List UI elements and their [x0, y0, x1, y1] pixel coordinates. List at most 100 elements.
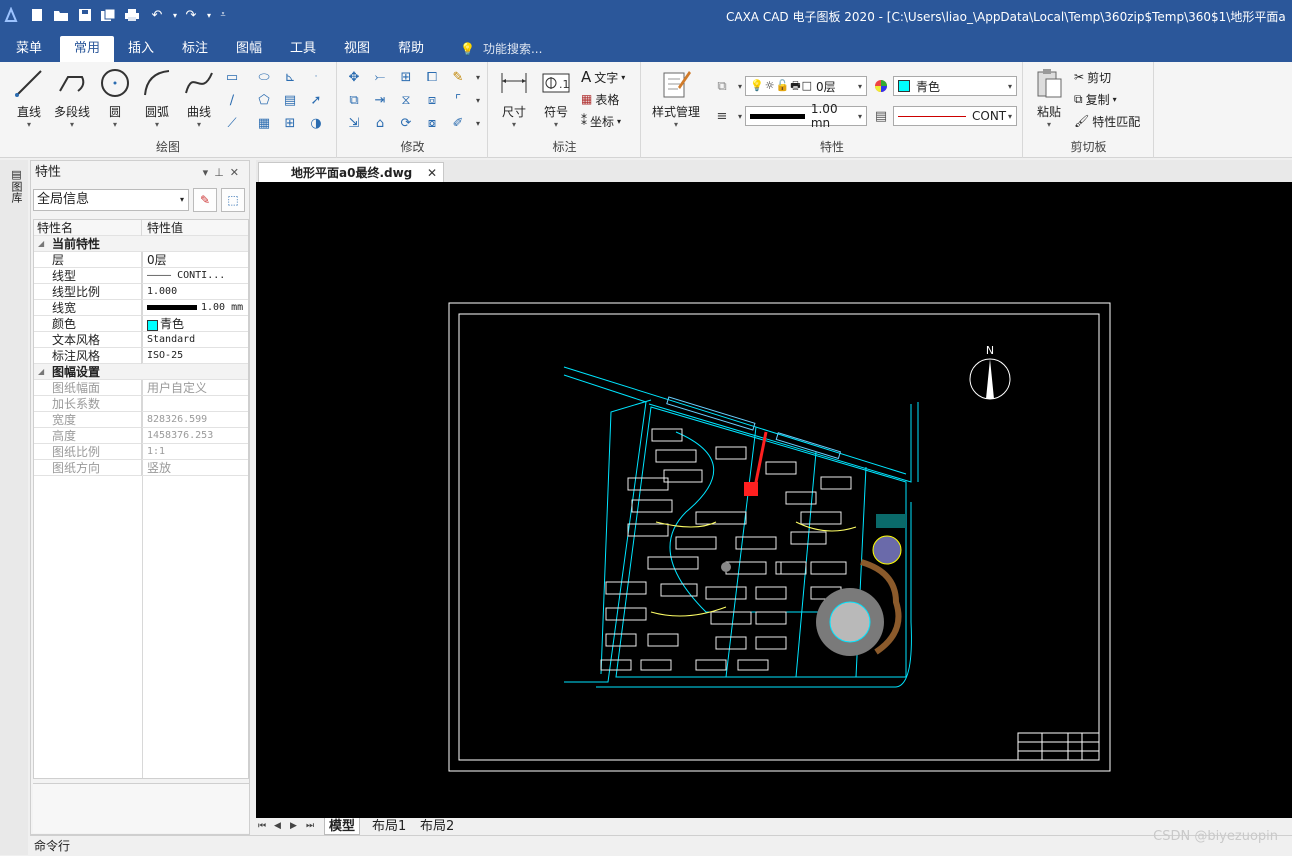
point-icon[interactable]: · [306, 68, 326, 86]
parallel-line-icon[interactable]: ∕ [222, 91, 242, 109]
polyline-button[interactable]: 多段线 ▾ [50, 66, 94, 132]
trim-icon[interactable]: ⤚ [370, 68, 390, 86]
tab-sheet[interactable]: 图幅 [226, 36, 272, 62]
first-layout-icon[interactable]: ⏮ [258, 818, 266, 835]
feature-search[interactable]: 💡 功能搜索... [460, 36, 542, 62]
color-combo[interactable]: 青色 ▾ [893, 76, 1017, 96]
arc-button[interactable]: 圆弧 ▾ [136, 66, 178, 132]
match-properties-button[interactable]: 🖌 特性匹配 [1074, 111, 1140, 131]
new-file-icon[interactable] [28, 6, 46, 24]
copy-object-icon[interactable]: ⧉ [344, 91, 364, 109]
rectangle-icon[interactable]: ▭ [222, 68, 242, 86]
rotate-icon[interactable]: ⟳ [396, 114, 416, 132]
property-category[interactable]: ◢ 图幅设置 [34, 364, 248, 380]
edit-icon[interactable]: ✐ [448, 114, 468, 132]
coordinate-button[interactable]: ⁑ 坐标 ▾ [581, 111, 621, 131]
region-icon[interactable]: ▦ [254, 114, 274, 132]
property-value[interactable]: 青色 [144, 316, 248, 332]
property-row[interactable]: 线型 ———— CONTI... [34, 268, 248, 284]
tab-view[interactable]: 视图 [334, 36, 380, 62]
array-icon[interactable]: ⊞ [396, 68, 416, 86]
fill-icon[interactable]: ◑ [306, 114, 326, 132]
prev-layout-icon[interactable]: ◀ [274, 818, 281, 835]
chevron-down-icon[interactable]: ▾ [468, 91, 488, 109]
library-tab[interactable]: ▤图库 [8, 168, 23, 203]
open-file-icon[interactable] [52, 6, 70, 24]
property-value[interactable]: 0层 [144, 252, 248, 268]
tab-home[interactable]: 常用 [60, 36, 114, 62]
scale-icon[interactable]: ⧈ [422, 91, 442, 109]
block-icon[interactable]: ⊞ [280, 114, 300, 132]
redo-icon[interactable]: ↷ [182, 6, 200, 24]
mirror-icon[interactable]: ⧖ [396, 91, 416, 109]
lineweight-icon[interactable]: ≡ [712, 107, 732, 125]
clear-selection-button[interactable]: ✎ [193, 188, 217, 212]
next-layout-icon[interactable]: ▶ [290, 818, 297, 835]
circle-button[interactable]: 圆 ▾ [94, 66, 136, 132]
linetype-combo[interactable]: CONT ▾ [893, 106, 1017, 126]
drawing-canvas[interactable]: N [256, 182, 1292, 818]
tab-help[interactable]: 帮助 [388, 36, 434, 62]
save-all-icon[interactable] [99, 6, 117, 24]
polygon-icon[interactable]: ⬠ [254, 91, 274, 109]
scope-combo[interactable]: 全局信息 ▾ [33, 189, 189, 211]
property-row[interactable]: 层 0层 [34, 252, 248, 268]
stretch-icon[interactable]: ⇲ [344, 114, 364, 132]
property-value[interactable]: ISO-25 [144, 348, 248, 364]
tab-annotate[interactable]: 标注 [172, 36, 218, 62]
customize-toolbar-icon[interactable]: ⩡ [214, 6, 232, 24]
property-value[interactable]: ———— CONTI... [144, 268, 248, 284]
hatch-icon[interactable]: ▤ [280, 91, 300, 109]
linetype-icon[interactable]: ▤ [871, 107, 891, 125]
property-value[interactable]: 1.00 mm [144, 300, 248, 316]
command-line[interactable]: 命令行 [30, 835, 1292, 855]
ellipse-icon[interactable]: ⬭ [254, 68, 274, 86]
construction-line-icon[interactable]: ⟋ [222, 114, 242, 132]
pick-point-icon[interactable]: ➚ [306, 91, 326, 109]
property-value[interactable]: Standard [144, 332, 248, 348]
last-layout-icon[interactable]: ⏭ [306, 818, 314, 835]
property-row[interactable]: 线型比例 1.000 [34, 284, 248, 300]
property-row[interactable]: 标注风格 ISO-25 [34, 348, 248, 364]
color-wheel-icon[interactable] [871, 77, 891, 95]
property-row[interactable]: 线宽 1.00 mm [34, 300, 248, 316]
chevron-down-icon[interactable]: ▾ [468, 114, 488, 132]
erase-icon[interactable]: ✎ [448, 68, 468, 86]
panel-menu-icon[interactable]: ▾ [203, 166, 215, 179]
cut-button[interactable]: ✂ 剪切 [1074, 67, 1111, 87]
tab-layout1[interactable]: 布局1 [372, 818, 406, 835]
copy-button[interactable]: ⧉ 复制 ▾ [1074, 89, 1117, 109]
style-manager-button[interactable]: 样式管理 ▾ [648, 66, 704, 132]
layer-combo[interactable]: 💡☼🔓🖶□ 0层 ▾ [745, 76, 867, 96]
quick-select-button[interactable]: ⬚ [221, 188, 245, 212]
tab-insert[interactable]: 插入 [118, 36, 164, 62]
layer-manager-icon[interactable]: ⧉ [712, 77, 732, 95]
extend-icon[interactable]: ⇥ [370, 91, 390, 109]
lineweight-combo[interactable]: 1.00 mn ▾ [745, 102, 867, 130]
dimension-button[interactable]: 尺寸 ▾ [493, 66, 535, 132]
symbol-button[interactable]: .1 符号 ▾ [535, 66, 577, 132]
undo-icon[interactable]: ↶ [148, 6, 166, 24]
tab-tools[interactable]: 工具 [280, 36, 326, 62]
fillet-icon[interactable]: ⌜ [448, 91, 468, 109]
explode-icon[interactable]: ⌂ [370, 114, 390, 132]
document-tab[interactable]: 地形平面a0最终.dwg ✕ [258, 162, 444, 183]
print-icon[interactable] [123, 6, 141, 24]
pin-icon[interactable]: ⊥ [214, 166, 230, 179]
tab-menu[interactable]: 菜单 [6, 36, 52, 62]
close-icon[interactable]: ✕ [230, 166, 245, 179]
paste-button[interactable]: 粘贴 ▾ [1028, 66, 1070, 132]
property-category[interactable]: ◢ 当前特性 [34, 236, 248, 252]
break-icon[interactable]: ⧇ [422, 114, 442, 132]
move-icon[interactable]: ✥ [344, 68, 364, 86]
property-row[interactable]: 颜色 青色 [34, 316, 248, 332]
table-button[interactable]: ▦ 表格 [581, 89, 619, 109]
text-button[interactable]: A 文字 ▾ [581, 67, 625, 87]
centerline-icon[interactable]: ⊾ [280, 68, 300, 86]
chevron-down-icon[interactable]: ▾ [468, 68, 488, 86]
line-button[interactable]: 直线 ▾ [8, 66, 50, 132]
save-icon[interactable] [76, 6, 94, 24]
curve-button[interactable]: 曲线 ▾ [178, 66, 220, 132]
offset-icon[interactable]: ⧠ [422, 68, 442, 86]
property-row[interactable]: 文本风格 Standard [34, 332, 248, 348]
